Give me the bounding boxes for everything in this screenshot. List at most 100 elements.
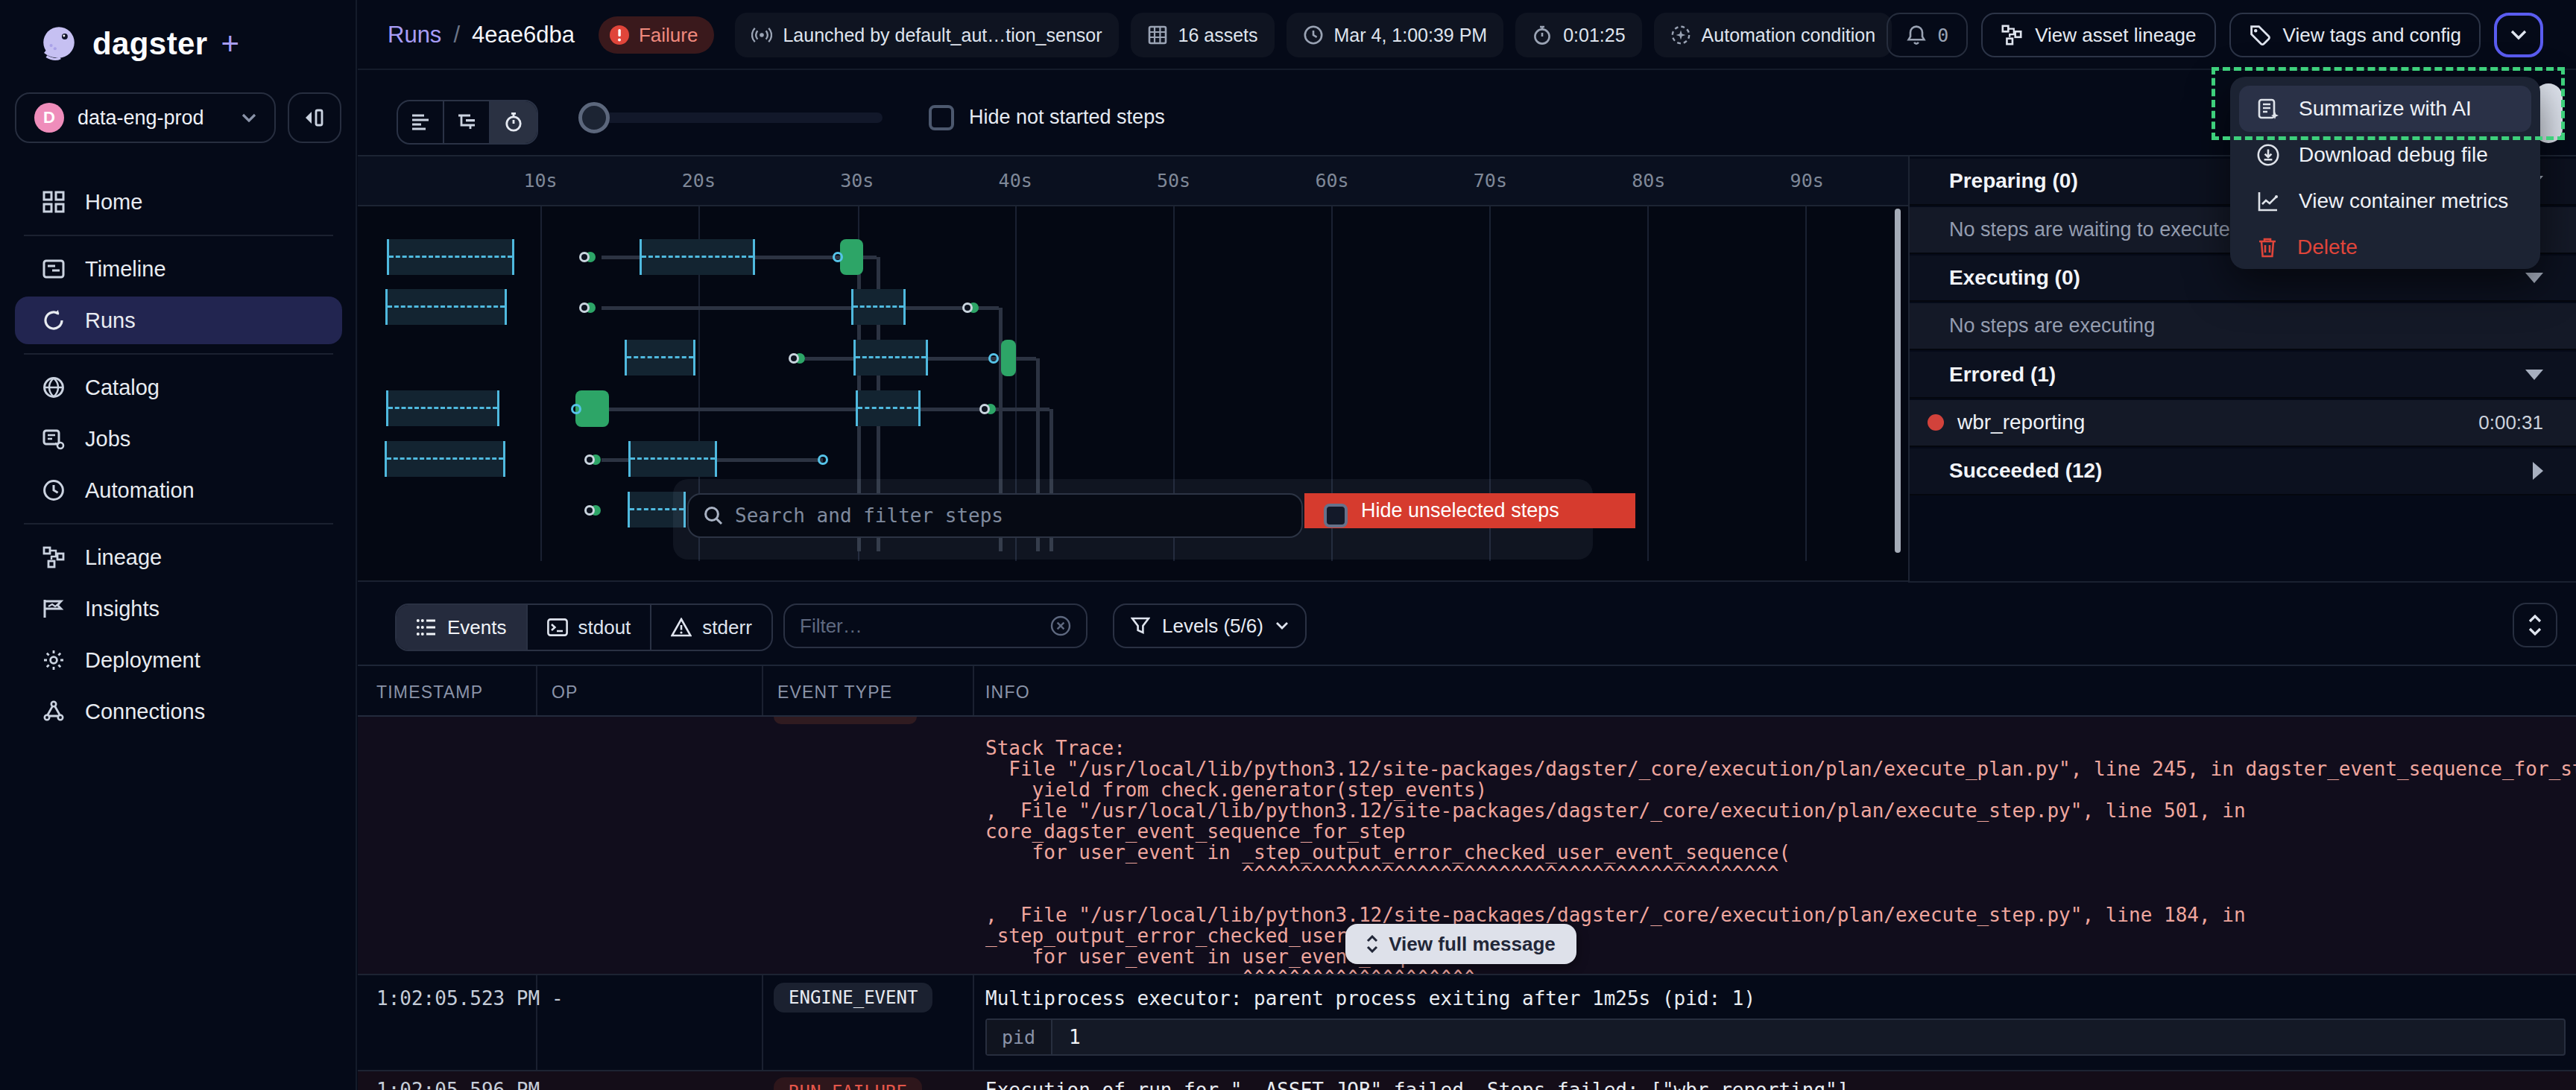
event-row-step-failure[interactable]: Stack Trace: File "/usr/local/lib/python… bbox=[358, 717, 2576, 975]
gantt-step-skipped[interactable] bbox=[640, 239, 755, 275]
hide-unselected-checkbox[interactable] bbox=[1324, 504, 1348, 527]
gantt-step-succeeded[interactable] bbox=[840, 239, 863, 275]
lineage-icon bbox=[42, 545, 66, 569]
event-info: Multiprocess executor: parent process ex… bbox=[985, 987, 1755, 1010]
bell-icon bbox=[1906, 24, 1927, 46]
tab-stderr[interactable]: stderr bbox=[651, 605, 771, 650]
clock-icon bbox=[1303, 25, 1324, 45]
gantt-step-skipped[interactable] bbox=[856, 390, 921, 426]
gantt-scrollbar[interactable] bbox=[1895, 209, 1901, 553]
tab-stdout[interactable]: stdout bbox=[528, 605, 652, 650]
hide-not-started-checkbox[interactable] bbox=[929, 105, 954, 130]
gantt-zoom-slider[interactable] bbox=[583, 113, 883, 123]
filter-placeholder: Filter… bbox=[800, 615, 862, 638]
automation-condition-pill[interactable]: Automation condition bbox=[1654, 13, 1892, 57]
step-duration: 0:00:31 bbox=[2478, 411, 2543, 434]
run-actions-menu-button[interactable] bbox=[2494, 13, 2543, 57]
view-asset-lineage-button[interactable]: View asset lineage bbox=[1981, 13, 2215, 57]
menu-item-delete[interactable]: Delete bbox=[2239, 224, 2531, 270]
gantt-node bbox=[584, 454, 595, 465]
sidebar-item-deployment[interactable]: Deployment bbox=[15, 636, 342, 684]
error-icon bbox=[609, 25, 630, 45]
sidebar-item-lineage[interactable]: Lineage bbox=[15, 533, 342, 581]
status-badge[interactable]: Failure bbox=[599, 16, 714, 54]
menu-item-container-metrics[interactable]: View container metrics bbox=[2239, 178, 2531, 224]
gantt-step-skipped[interactable] bbox=[385, 289, 507, 325]
search-icon bbox=[704, 506, 723, 525]
panel-section-errored[interactable]: Errored (1) bbox=[1910, 352, 2576, 399]
launched-by-pill[interactable]: Launched by default_aut…tion_sensor bbox=[735, 13, 1118, 57]
tag-icon bbox=[2249, 24, 2271, 46]
start-time-pill: Mar 4, 1:00:39 PM bbox=[1287, 13, 1504, 57]
log-filter-input[interactable]: Filter… bbox=[783, 603, 1087, 648]
col-info[interactable]: INFO bbox=[985, 682, 1030, 703]
sidebar-item-jobs[interactable]: Jobs bbox=[15, 415, 342, 463]
gantt-step-skipped[interactable] bbox=[625, 340, 695, 376]
event-metadata-table: pid 1 bbox=[985, 1018, 2566, 1056]
event-row-engine[interactable]: 1:02:05.523 PM - ENGINE_EVENT Multiproce… bbox=[358, 975, 2576, 1071]
sidebar-item-insights[interactable]: Insights bbox=[15, 585, 342, 633]
terminal-icon bbox=[547, 618, 568, 636]
notifications-button[interactable]: 0 bbox=[1887, 13, 1968, 57]
gantt-node bbox=[833, 252, 843, 262]
gantt-step-skipped[interactable] bbox=[853, 340, 928, 376]
gantt-step-skipped[interactable] bbox=[387, 239, 514, 275]
deployment-avatar: D bbox=[34, 103, 64, 133]
gantt-view-switcher bbox=[397, 100, 538, 145]
step-search-input[interactable]: Search and filter steps bbox=[687, 493, 1303, 538]
brand-plus: + bbox=[221, 26, 240, 62]
sidebar-item-catalog[interactable]: Catalog bbox=[15, 364, 342, 411]
breadcrumb-runs-link[interactable]: Runs bbox=[388, 22, 441, 48]
timed-view-button[interactable] bbox=[490, 100, 537, 145]
flat-view-button[interactable] bbox=[398, 100, 444, 145]
timeline-icon bbox=[42, 257, 66, 281]
panel-errored-step-row[interactable]: wbr_reporting 0:00:31 bbox=[1910, 400, 2576, 447]
sensor-icon bbox=[751, 25, 772, 45]
gantt-step-succeeded[interactable] bbox=[1001, 340, 1016, 376]
gantt-step-skipped[interactable] bbox=[385, 441, 505, 477]
gantt-step-skipped[interactable] bbox=[628, 441, 717, 477]
run-header: Runs / 4eae6dba Failure Launched by defa… bbox=[358, 0, 2576, 70]
insights-icon bbox=[42, 597, 66, 621]
gantt-zoom-slider-handle[interactable] bbox=[578, 102, 610, 133]
sidebar-item-label: Home bbox=[85, 190, 142, 215]
sidebar-item-runs[interactable]: Runs bbox=[15, 297, 342, 344]
runs-icon bbox=[42, 308, 66, 332]
deployment-switcher[interactable]: D data-eng-prod bbox=[15, 92, 276, 143]
waterfall-view-button[interactable] bbox=[444, 100, 490, 145]
gantt-step-skipped[interactable] bbox=[851, 289, 906, 325]
event-row-run-failure[interactable]: 1:02:05.596 PM - RUN_FAILURE Execution o… bbox=[358, 1071, 2576, 1090]
sidebar-item-label: Insights bbox=[85, 597, 160, 621]
col-event-type[interactable]: EVENT TYPE bbox=[777, 682, 892, 703]
event-type-badge: RUN_FAILURE bbox=[774, 1077, 922, 1090]
sidebar-item-home[interactable]: Home bbox=[15, 178, 342, 226]
sidebar-item-automation[interactable]: Automation bbox=[15, 466, 342, 514]
flat-list-icon bbox=[411, 113, 430, 131]
gantt-node bbox=[571, 404, 581, 414]
events-toolbar: Events stdout stderr Filter… Levels (5/6… bbox=[358, 582, 2576, 665]
col-op[interactable]: OP bbox=[552, 682, 578, 703]
levels-dropdown[interactable]: Levels (5/6) bbox=[1113, 603, 1307, 648]
panel-section-succeeded[interactable]: Succeeded (12) bbox=[1910, 449, 2576, 495]
col-timestamp[interactable]: TIMESTAMP bbox=[376, 682, 483, 703]
view-tags-config-button[interactable]: View tags and config bbox=[2229, 13, 2481, 57]
sidebar-collapse-button[interactable] bbox=[288, 92, 341, 143]
sidebar-item-connections[interactable]: Connections bbox=[15, 688, 342, 735]
gantt-node bbox=[818, 454, 828, 465]
gantt-node bbox=[584, 505, 595, 516]
chevron-down-icon bbox=[2525, 370, 2543, 380]
scroll-jump-button[interactable] bbox=[2513, 603, 2557, 647]
gantt-node bbox=[789, 353, 799, 364]
assets-icon bbox=[1147, 25, 1168, 45]
clear-filter-icon[interactable] bbox=[1050, 615, 1071, 636]
chevron-down-icon bbox=[242, 113, 256, 122]
gantt-step-skipped[interactable] bbox=[386, 390, 499, 426]
events-table: TIMESTAMP OP EVENT TYPE INFO Stack Trace… bbox=[358, 665, 2576, 1090]
event-op: - bbox=[552, 1079, 564, 1090]
assets-count-pill[interactable]: 16 assets bbox=[1131, 13, 1275, 57]
sidebar-divider bbox=[24, 235, 333, 236]
sidebar-item-timeline[interactable]: Timeline bbox=[15, 245, 342, 293]
tab-events[interactable]: Events bbox=[397, 605, 528, 650]
view-full-message-button[interactable]: View full message bbox=[1345, 924, 1576, 964]
sidebar-item-label: Automation bbox=[85, 478, 195, 503]
